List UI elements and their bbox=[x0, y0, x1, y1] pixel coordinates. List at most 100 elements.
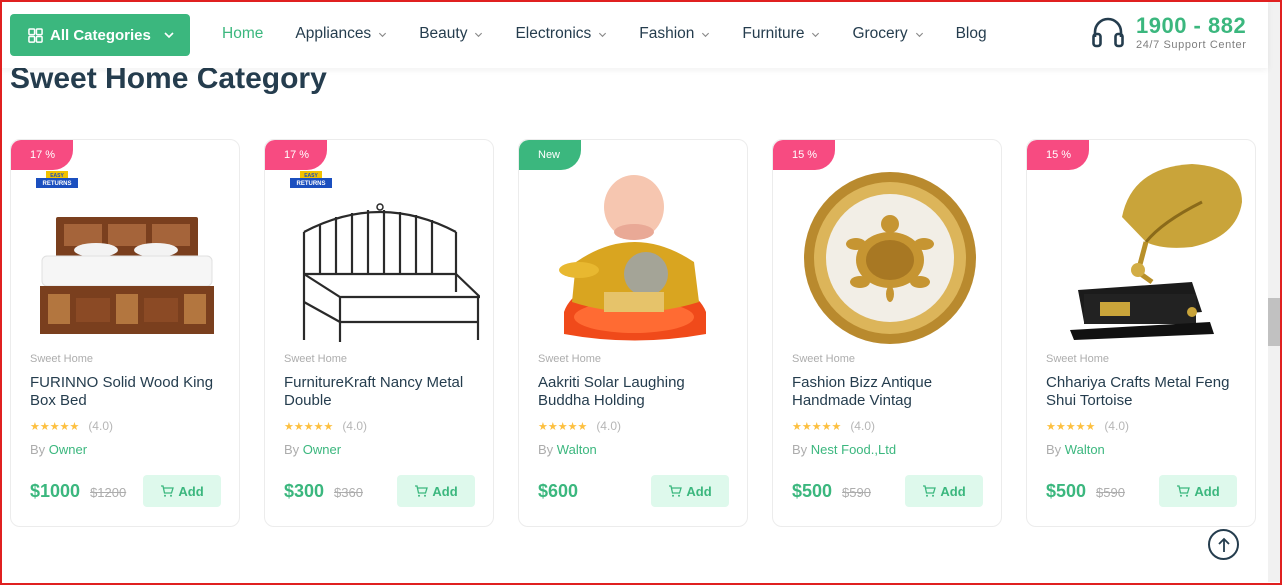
chevron-down-icon bbox=[599, 32, 607, 37]
product-grid: 17 % EASY RETURNS Sweet Home FURINNO Sol… bbox=[10, 139, 1280, 527]
cart-icon bbox=[161, 485, 175, 497]
product-name[interactable]: FURINNO Solid Wood King Box Bed bbox=[30, 374, 230, 410]
easy-returns-icon: EASY RETURNS bbox=[290, 171, 332, 188]
product-name[interactable]: Chhariya Crafts Metal Feng Shui Tortoise bbox=[1046, 374, 1246, 410]
add-to-cart-button[interactable]: Add bbox=[905, 475, 983, 507]
product-card[interactable]: 15 % Sweet Home Chhariya Crafts Metal Fe… bbox=[1026, 139, 1256, 527]
add-label: Add bbox=[1194, 483, 1220, 499]
svg-text:RETURNS: RETURNS bbox=[42, 181, 71, 187]
vendor-prefix: By bbox=[30, 442, 46, 457]
product-category: Sweet Home bbox=[538, 353, 601, 365]
current-price: $500 bbox=[792, 481, 833, 501]
vendor-link[interactable]: Owner bbox=[303, 442, 341, 457]
product-category: Sweet Home bbox=[1046, 353, 1109, 365]
add-label: Add bbox=[940, 483, 966, 499]
current-price: $1000 bbox=[30, 481, 81, 501]
svg-text:RETURNS: RETURNS bbox=[296, 181, 325, 187]
grid-icon bbox=[28, 27, 43, 43]
current-price: $500 bbox=[1046, 481, 1087, 501]
add-label: Add bbox=[432, 483, 458, 499]
product-card[interactable]: New Sweet Home Aakriti Solar Laughing Bu… bbox=[518, 139, 748, 527]
nav-beauty-label: Beauty bbox=[419, 25, 468, 42]
add-to-cart-button[interactable]: Add bbox=[397, 475, 475, 507]
product-price: $500 $590 bbox=[1046, 481, 1125, 502]
current-price: $600 bbox=[538, 481, 579, 501]
scroll-to-top-button[interactable] bbox=[1208, 529, 1239, 560]
product-price: $300 $360 bbox=[284, 481, 363, 502]
arrow-up-icon bbox=[1217, 537, 1230, 552]
add-to-cart-button[interactable]: Add bbox=[1159, 475, 1237, 507]
product-category: Sweet Home bbox=[284, 353, 347, 365]
chevron-down-icon bbox=[164, 32, 174, 39]
vendor-link[interactable]: Walton bbox=[1065, 442, 1105, 457]
rating-value: (4.0) bbox=[88, 419, 113, 433]
laughing-buddha-image bbox=[559, 175, 706, 341]
main-nav: Home Appliances Beauty Electronics Fashi… bbox=[222, 0, 1019, 68]
product-name[interactable]: Fashion Bizz Antique Handmade Vintag bbox=[792, 374, 992, 410]
product-card[interactable]: 17 % EASY RETURNS Sweet Home FURINNO Sol… bbox=[10, 139, 240, 527]
star-rating-icon: ★★★★★ bbox=[1046, 420, 1096, 433]
product-rating: ★★★★★ (4.0) bbox=[30, 419, 113, 433]
vendor-link[interactable]: Nest Food.,Ltd bbox=[811, 442, 896, 457]
product-name[interactable]: FurnitureKraft Nancy Metal Double bbox=[284, 374, 484, 410]
support-label: 24/7 Support Center bbox=[1136, 39, 1247, 51]
product-vendor: By Walton bbox=[538, 442, 597, 457]
rating-value: (4.0) bbox=[1104, 419, 1129, 433]
add-to-cart-button[interactable]: Add bbox=[651, 475, 729, 507]
cart-icon bbox=[669, 485, 683, 497]
header: All Categories Home Appliances Beauty El… bbox=[0, 0, 1268, 68]
old-price: $360 bbox=[334, 485, 363, 500]
product-vendor: By Nest Food.,Ltd bbox=[792, 442, 896, 457]
nav-home[interactable]: Home bbox=[222, 25, 263, 43]
vendor-prefix: By bbox=[284, 442, 300, 457]
current-price: $300 bbox=[284, 481, 325, 501]
nav-grocery[interactable]: Grocery bbox=[852, 25, 923, 43]
product-rating: ★★★★★ (4.0) bbox=[284, 419, 367, 433]
page-scrollbar[interactable] bbox=[1268, 2, 1280, 582]
tortoise-plate-image bbox=[804, 172, 976, 344]
product-vendor: By Owner bbox=[30, 442, 87, 457]
nav-furniture[interactable]: Furniture bbox=[742, 25, 820, 43]
product-category: Sweet Home bbox=[30, 353, 93, 365]
cart-icon bbox=[1177, 485, 1191, 497]
support-phone[interactable]: 1900 - 882 bbox=[1136, 14, 1246, 38]
chevron-down-icon bbox=[702, 32, 710, 37]
support-center: 1900 - 882 24/7 Support Center bbox=[1090, 14, 1246, 51]
product-rating: ★★★★★ (4.0) bbox=[1046, 419, 1129, 433]
nav-beauty[interactable]: Beauty bbox=[419, 25, 483, 43]
nav-fashion-label: Fashion bbox=[639, 25, 695, 42]
product-card[interactable]: 17 % EASY RETURNS Sweet Home FurnitureKr… bbox=[264, 139, 494, 527]
nav-appliances[interactable]: Appliances bbox=[295, 25, 387, 43]
cart-icon bbox=[923, 485, 937, 497]
product-price: $500 $590 bbox=[792, 481, 871, 502]
nav-fashion[interactable]: Fashion bbox=[639, 25, 710, 43]
nav-grocery-label: Grocery bbox=[852, 25, 908, 42]
nav-furniture-label: Furniture bbox=[742, 25, 805, 42]
svg-text:EASY: EASY bbox=[50, 173, 64, 179]
chevron-down-icon bbox=[812, 32, 820, 37]
add-label: Add bbox=[178, 483, 204, 499]
nav-blog[interactable]: Blog bbox=[956, 25, 987, 43]
star-rating-icon: ★★★★★ bbox=[538, 420, 588, 433]
product-name[interactable]: Aakriti Solar Laughing Buddha Holding bbox=[538, 374, 738, 410]
vendor-prefix: By bbox=[1046, 442, 1062, 457]
nav-electronics[interactable]: Electronics bbox=[515, 25, 607, 43]
old-price: $590 bbox=[842, 485, 871, 500]
scrollbar-thumb[interactable] bbox=[1268, 298, 1280, 346]
product-price: $1000 $1200 bbox=[30, 481, 126, 502]
product-rating: ★★★★★ (4.0) bbox=[792, 419, 875, 433]
vendor-link[interactable]: Walton bbox=[557, 442, 597, 457]
nav-home-label: Home bbox=[222, 25, 264, 42]
product-vendor: By Walton bbox=[1046, 442, 1105, 457]
headset-icon bbox=[1092, 17, 1124, 47]
star-rating-icon: ★★★★★ bbox=[30, 420, 80, 433]
chevron-down-icon bbox=[379, 32, 387, 37]
product-price: $600 bbox=[538, 481, 588, 502]
all-categories-button[interactable]: All Categories bbox=[10, 14, 190, 56]
star-rating-icon: ★★★★★ bbox=[792, 420, 842, 433]
vendor-link[interactable]: Owner bbox=[49, 442, 87, 457]
product-card[interactable]: 15 % Sweet Home Fashion Bizz Antique Han… bbox=[772, 139, 1002, 527]
nav-appliances-label: Appliances bbox=[295, 25, 372, 42]
add-to-cart-button[interactable]: Add bbox=[143, 475, 221, 507]
product-vendor: By Owner bbox=[284, 442, 341, 457]
